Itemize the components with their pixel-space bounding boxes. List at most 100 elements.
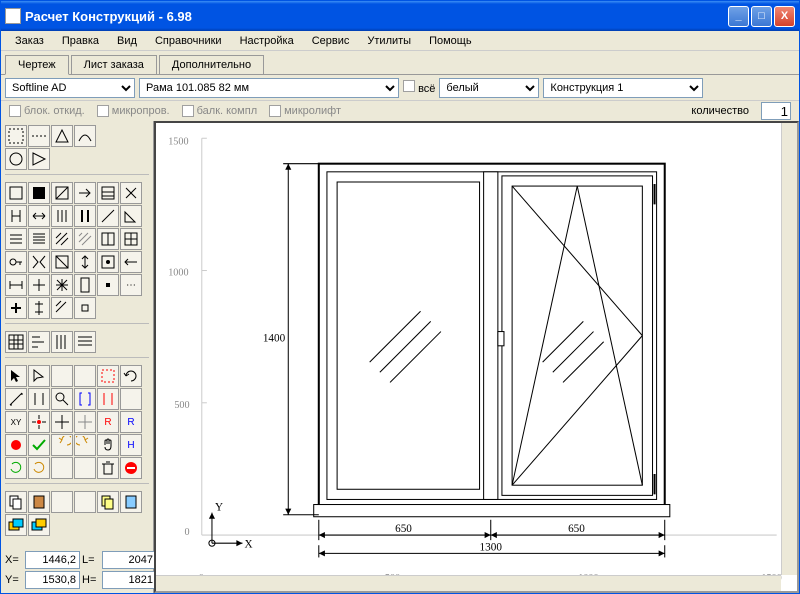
tool-arrows2[interactable] — [120, 251, 142, 273]
coord-l-input[interactable] — [102, 551, 157, 569]
tool-r2[interactable]: R — [120, 411, 142, 433]
tool-diag[interactable] — [51, 182, 73, 204]
coord-h-input[interactable] — [102, 571, 157, 589]
tool-check[interactable] — [28, 434, 50, 456]
menu-help[interactable]: Помощь — [421, 33, 480, 49]
tool-flip[interactable] — [28, 251, 50, 273]
tool-blank5[interactable] — [74, 457, 96, 479]
tool-red[interactable] — [5, 434, 27, 456]
tool-hlines[interactable] — [5, 228, 27, 250]
tool-h2[interactable]: H — [120, 434, 142, 456]
minimize-button[interactable]: _ — [728, 6, 749, 27]
tab-additional[interactable]: Дополнительно — [159, 55, 264, 74]
tool-dash[interactable] — [28, 125, 50, 147]
menu-refs[interactable]: Справочники — [147, 33, 230, 49]
scrollbar-horizontal[interactable] — [156, 575, 781, 591]
tool-circle[interactable] — [5, 148, 27, 170]
tool-copy2[interactable] — [97, 491, 119, 513]
frame-select[interactable]: Рама 101.085 82 мм — [139, 78, 399, 98]
tool-arr-d[interactable] — [28, 388, 50, 410]
tool-ptr2[interactable] — [28, 365, 50, 387]
tool-plus[interactable] — [5, 297, 27, 319]
tool-h[interactable] — [5, 205, 27, 227]
tool-redo[interactable] — [74, 434, 96, 456]
tab-order-sheet[interactable]: Лист заказа — [71, 55, 157, 74]
menu-service[interactable]: Сервис — [304, 33, 358, 49]
tool-hand[interactable] — [97, 434, 119, 456]
tool-snap[interactable] — [51, 411, 73, 433]
tool-sq[interactable] — [5, 182, 27, 204]
tool-cross[interactable] — [28, 274, 50, 296]
tool-dim[interactable] — [5, 274, 27, 296]
tool-hatch2[interactable] — [51, 297, 73, 319]
tool-layer2[interactable] — [28, 514, 50, 536]
maximize-button[interactable]: □ — [751, 6, 772, 27]
tool-target[interactable] — [28, 411, 50, 433]
check-balk[interactable]: балк. компл — [182, 105, 258, 117]
tool-tri2[interactable] — [28, 148, 50, 170]
tool-diag3[interactable] — [51, 251, 73, 273]
menu-edit[interactable]: Правка — [54, 33, 107, 49]
tool-measure[interactable] — [5, 388, 27, 410]
qty-input[interactable] — [761, 102, 791, 120]
tool-arrow-r[interactable] — [74, 182, 96, 204]
tool-split[interactable] — [28, 297, 50, 319]
tool-xy[interactable]: XY — [5, 411, 27, 433]
tool-paste[interactable] — [28, 491, 50, 513]
tool-key[interactable] — [5, 251, 27, 273]
check-micro[interactable]: микропров. — [97, 105, 170, 117]
coord-x-input[interactable] — [25, 551, 80, 569]
tool-vent[interactable] — [97, 251, 119, 273]
tool-x[interactable] — [120, 182, 142, 204]
tool-r[interactable]: R — [97, 411, 119, 433]
tool-sq-fill[interactable] — [28, 182, 50, 204]
tool-rect-dash[interactable] — [5, 125, 27, 147]
menu-settings[interactable]: Настройка — [232, 33, 302, 49]
tool-refresh[interactable] — [5, 457, 27, 479]
tool-sel[interactable] — [97, 365, 119, 387]
tool-undo[interactable] — [51, 434, 73, 456]
tool-arrows[interactable] — [74, 251, 96, 273]
tab-drawing[interactable]: Чертеж — [5, 55, 69, 75]
tool-diag-line[interactable] — [97, 205, 119, 227]
tool-paste2[interactable] — [120, 491, 142, 513]
tool-win[interactable] — [97, 228, 119, 250]
tool-sqsm[interactable] — [74, 297, 96, 319]
coord-y-input[interactable] — [25, 571, 80, 589]
tool-vgrid[interactable] — [51, 331, 73, 353]
menu-order[interactable]: Заказ — [7, 33, 52, 49]
tool-diag-hatch[interactable] — [51, 228, 73, 250]
tool-stop[interactable] — [120, 457, 142, 479]
tool-triangle[interactable] — [51, 125, 73, 147]
tool-grid[interactable] — [5, 331, 27, 353]
tool-dots[interactable]: ⋯ — [120, 274, 142, 296]
tool-blank6[interactable] — [51, 491, 73, 513]
tool-diag-hatch2[interactable] — [74, 228, 96, 250]
tool-layer1[interactable] — [5, 514, 27, 536]
tool-refresh2[interactable] — [28, 457, 50, 479]
color-select[interactable]: белый — [439, 78, 539, 98]
tool-snap2[interactable] — [74, 411, 96, 433]
close-button[interactable]: X — [774, 6, 795, 27]
tool-zoom[interactable] — [51, 388, 73, 410]
profile-select[interactable]: Softline AD — [5, 78, 135, 98]
menu-utils[interactable]: Утилиты — [359, 33, 419, 49]
tool-blank7[interactable] — [74, 491, 96, 513]
all-check[interactable]: всё — [403, 80, 435, 95]
tool-hatch[interactable] — [97, 182, 119, 204]
tool-pointer[interactable] — [5, 365, 27, 387]
tool-hgrid[interactable] — [74, 331, 96, 353]
tool-copy[interactable] — [5, 491, 27, 513]
check-blok[interactable]: блок. откид. — [9, 105, 85, 117]
tool-blank1[interactable] — [51, 365, 73, 387]
tool-grid3[interactable] — [120, 228, 142, 250]
tool-bracket[interactable] — [74, 388, 96, 410]
tool-blank3[interactable] — [120, 388, 142, 410]
construction-select[interactable]: Конструкция 1 — [543, 78, 703, 98]
tool-align[interactable] — [28, 331, 50, 353]
tool-dblarr[interactable] — [28, 205, 50, 227]
tool-vbars[interactable] — [51, 205, 73, 227]
tool-rotate[interactable] — [120, 365, 142, 387]
tool-door[interactable] — [74, 274, 96, 296]
scrollbar-vertical[interactable] — [781, 123, 797, 575]
